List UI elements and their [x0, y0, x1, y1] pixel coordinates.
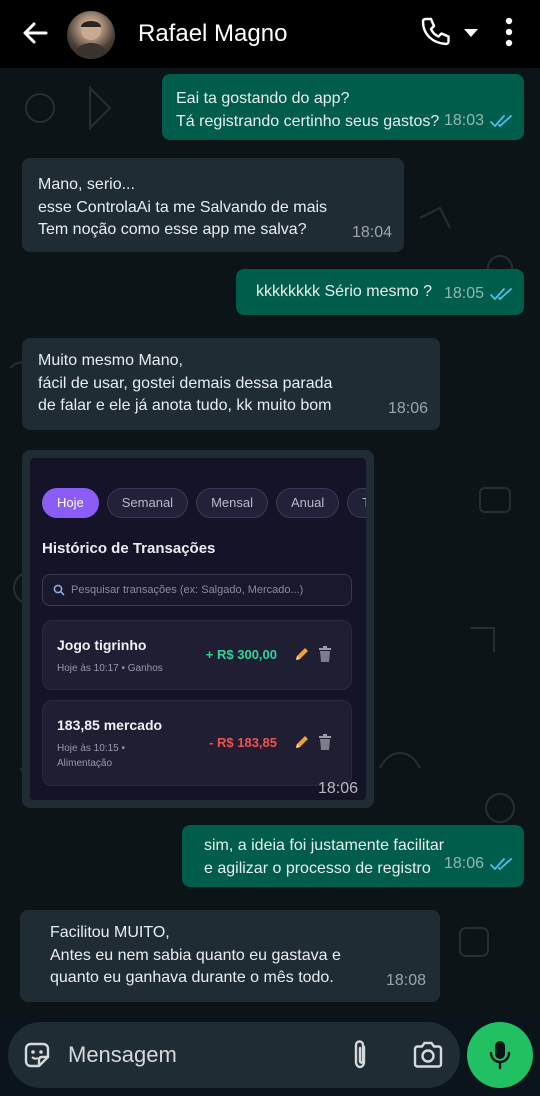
dropdown-arrow-icon[interactable] — [460, 22, 482, 44]
message-text: Muito mesmo Mano, fácil de usar, gostei … — [38, 352, 333, 414]
tab-truncated: T — [347, 488, 366, 518]
message-meta: 18:04 — [352, 222, 392, 245]
search-placeholder: Pesquisar transações (ex: Salgado, Merca… — [71, 584, 304, 596]
message-meta: 18:06 — [444, 853, 514, 876]
tab-semanal: Semanal — [106, 488, 189, 518]
message-outgoing[interactable]: kkkkkkkk Sério mesmo ? 18:05 — [236, 269, 524, 315]
mic-icon — [489, 1041, 511, 1070]
message-meta: 18:08 — [386, 970, 426, 993]
message-meta: 18:06 — [388, 398, 428, 421]
message-meta: 18:05 — [444, 283, 514, 306]
tab-mensal: Mensal — [196, 488, 268, 518]
transaction-subtitle: Hoje às 10:17 • Ganhos — [57, 663, 163, 674]
period-tabs: Hoje Semanal Mensal Anual T — [42, 488, 366, 518]
read-ticks-icon — [490, 114, 512, 128]
pencil-icon — [296, 736, 308, 748]
search-icon — [53, 584, 65, 596]
message-incoming[interactable]: Mano, serio... esse ControlaAi ta me Sal… — [22, 158, 404, 252]
message-outgoing[interactable]: Eai ta gostando do app? Tá registrando c… — [162, 74, 524, 140]
back-arrow-icon[interactable] — [18, 16, 52, 50]
message-input-bar — [8, 1022, 460, 1088]
phone-icon[interactable] — [418, 14, 452, 48]
transaction-title: Jogo tigrinho — [57, 637, 147, 653]
image-message[interactable]: Hoje Semanal Mensal Anual T Histórico de… — [22, 450, 374, 808]
transaction-card: 183,85 mercado Hoje às 10:15 • Alimentaç… — [42, 700, 352, 786]
message-text: Mano, serio... esse ControlaAi ta me Sal… — [38, 176, 328, 238]
pencil-icon — [296, 648, 308, 660]
avatar[interactable] — [67, 11, 115, 59]
message-time: 18:03 — [443, 111, 484, 129]
attach-icon[interactable] — [348, 1038, 372, 1072]
transaction-subtitle: Hoje às 10:15 • Alimentação — [57, 743, 125, 769]
message-input[interactable] — [68, 1040, 328, 1070]
message-time: 18:06 — [387, 399, 428, 417]
trash-icon — [319, 734, 331, 750]
transaction-amount: + R$ 300,00 — [205, 647, 277, 662]
message-text: Facilitou MUITO, Antes eu nem sabia quan… — [50, 924, 341, 986]
transaction-card: Jogo tigrinho Hoje às 10:17 • Ganhos + R… — [42, 620, 352, 690]
contact-name[interactable]: Rafael Magno — [138, 20, 287, 48]
chat-area[interactable]: Eai ta gostando do app? Tá registrando c… — [0, 68, 540, 1016]
tab-anual: Anual — [275, 488, 340, 518]
chat-header: Rafael Magno — [0, 0, 540, 68]
transaction-amount: - R$ 183,85 — [209, 735, 277, 750]
transaction-title: 183,85 mercado — [57, 717, 163, 733]
read-ticks-icon — [490, 857, 512, 871]
message-time: 18:08 — [385, 971, 426, 989]
app-screenshot-image[interactable]: Hoje Semanal Mensal Anual T Histórico de… — [30, 458, 366, 800]
section-title: Histórico de Transações — [42, 540, 216, 557]
message-meta: 18:03 — [444, 110, 514, 133]
more-vertical-icon[interactable] — [496, 14, 522, 50]
message-incoming[interactable]: Muito mesmo Mano, fácil de usar, gostei … — [22, 338, 440, 430]
message-outgoing[interactable]: sim, a ideia foi justamente facilitar e … — [182, 825, 524, 887]
message-time: 18:06 — [317, 780, 358, 797]
message-time: 18:06 — [443, 854, 484, 872]
message-time: 18:04 — [351, 223, 392, 241]
sticker-icon[interactable] — [22, 1040, 52, 1070]
tab-hoje: Hoje — [42, 488, 99, 518]
mic-button[interactable] — [467, 1022, 533, 1088]
trash-icon — [319, 646, 331, 662]
read-ticks-icon — [490, 287, 512, 301]
search-field: Pesquisar transações (ex: Salgado, Merca… — [42, 574, 352, 606]
message-incoming[interactable]: Facilitou MUITO, Antes eu nem sabia quan… — [20, 910, 440, 1002]
camera-icon[interactable] — [412, 1040, 444, 1070]
message-time: 18:05 — [443, 284, 484, 302]
